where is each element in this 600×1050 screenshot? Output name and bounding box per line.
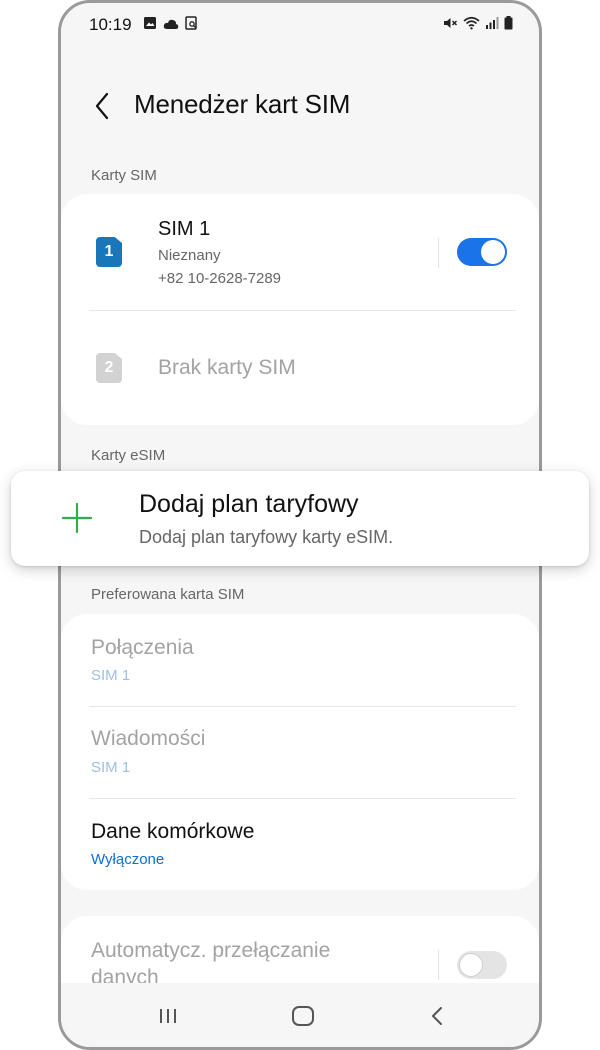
toggle-separator	[438, 238, 439, 268]
calls-row: Połączenia SIM 1	[61, 614, 539, 706]
sim1-phone: +82 10-2628-7289	[158, 270, 282, 287]
messages-row: Wiadomości SIM 1	[61, 707, 539, 798]
sim1-row[interactable]: 1 SIM 1 Nieznany +82 10-2628-7289	[61, 194, 539, 310]
sim-cards-card: 1 SIM 1 Nieznany +82 10-2628-7289 2 Brak…	[61, 194, 539, 425]
sim1-name: SIM 1	[158, 218, 211, 240]
plus-icon	[60, 501, 94, 540]
sim1-carrier: Nieznany	[158, 247, 221, 264]
toggle-separator	[438, 950, 439, 980]
nav-back-button[interactable]	[417, 1001, 457, 1031]
cloud-icon	[163, 17, 179, 35]
sim1-slot-number: 1	[104, 243, 114, 260]
mobile-data-value: Wyłączone	[91, 851, 165, 868]
back-button[interactable]	[87, 89, 117, 123]
add-plan-title: Dodaj plan taryfowy	[139, 490, 359, 518]
wifi-icon	[463, 16, 480, 35]
recents-button[interactable]	[148, 1001, 188, 1031]
page-title: Menedżer kart SIM	[134, 89, 351, 119]
section-label-sim-cards: Karty SIM	[91, 167, 157, 184]
nav-back-icon	[432, 1007, 442, 1025]
status-left-icons	[143, 16, 198, 35]
chevron-left-icon	[95, 92, 109, 120]
status-right-icons	[443, 16, 513, 35]
home-icon	[292, 1006, 314, 1026]
mobile-data-row[interactable]: Dane komórkowe Wyłączone	[61, 799, 539, 890]
sim2-row: 2 Brak karty SIM	[61, 311, 539, 425]
mobile-data-title: Dane komórkowe	[91, 820, 255, 843]
signal-icon	[485, 16, 499, 35]
status-time: 10:19	[89, 15, 132, 34]
toggle-knob	[459, 953, 483, 977]
app-header: Menedżer kart SIM	[61, 83, 539, 127]
mute-icon	[443, 16, 458, 35]
auto-switch-toggle	[457, 951, 507, 979]
battery-icon	[504, 16, 513, 35]
sim2-slot-number: 2	[104, 359, 114, 376]
messages-value: SIM 1	[91, 759, 131, 776]
sim2-slot-icon: 2	[96, 353, 122, 383]
section-label-preferred-sim: Preferowana karta SIM	[91, 586, 245, 603]
screenshot-icon	[185, 16, 198, 35]
status-bar: 10:19	[61, 3, 539, 51]
home-button[interactable]	[283, 1001, 323, 1031]
sim1-toggle[interactable]	[457, 238, 507, 266]
section-label-esim: Karty eSIM	[91, 447, 166, 464]
sim1-slot-icon: 1	[96, 237, 122, 267]
recents-icon	[160, 1009, 176, 1023]
sim2-status-label: Brak karty SIM	[158, 356, 296, 379]
toggle-knob	[481, 240, 505, 264]
messages-title: Wiadomości	[91, 727, 206, 750]
gallery-icon	[143, 16, 157, 35]
add-data-plan-item[interactable]: Dodaj plan taryfowy Dodaj plan taryfowy …	[11, 471, 589, 566]
nav-bar	[61, 983, 539, 1047]
calls-title: Połączenia	[91, 636, 194, 659]
preferred-sim-card: Połączenia SIM 1 Wiadomości SIM 1 Dane k…	[61, 614, 539, 890]
calls-value: SIM 1	[91, 667, 131, 684]
add-plan-subtitle: Dodaj plan taryfowy karty eSIM.	[139, 527, 394, 547]
auto-switch-title-line1: Automatycz. przełączanie	[91, 939, 331, 962]
